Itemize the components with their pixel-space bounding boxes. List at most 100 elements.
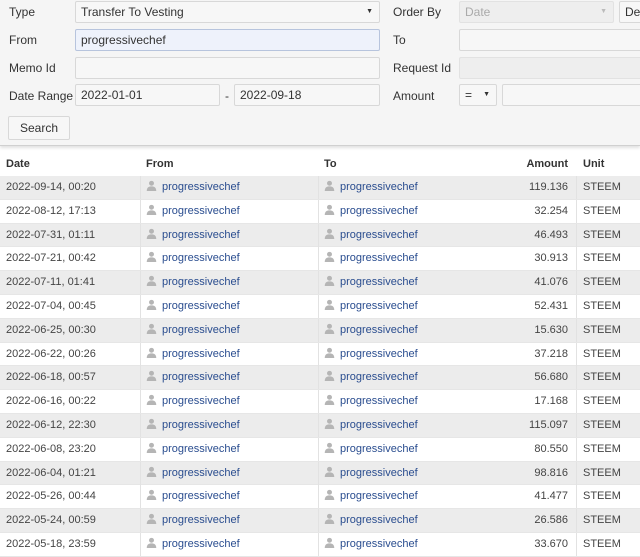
column-divider — [576, 437, 577, 461]
from-account-link[interactable]: progressivechef — [162, 371, 240, 383]
to-account-link[interactable]: progressivechef — [340, 252, 418, 264]
cell-unit: STEEM — [583, 442, 621, 455]
column-divider — [576, 223, 577, 247]
cell-from: progressivechef — [146, 319, 240, 342]
to-account-link[interactable]: progressivechef — [340, 205, 418, 217]
cell-date: 2022-05-26, 00:44 — [6, 490, 96, 503]
to-account-link[interactable]: progressivechef — [340, 324, 418, 336]
from-account-link[interactable]: progressivechef — [162, 300, 240, 312]
from-account-link[interactable]: progressivechef — [162, 229, 240, 241]
column-divider — [140, 366, 141, 390]
type-select-value: Transfer To Vesting — [81, 5, 184, 19]
table-row: 2022-08-12, 17:13 progressivechef progress… — [0, 199, 640, 224]
date-range-separator: - — [225, 89, 229, 103]
date-to-input[interactable]: 2022-09-18 — [234, 84, 380, 106]
cell-amount: 37.218 — [534, 347, 568, 360]
column-header-to[interactable]: To — [324, 158, 337, 170]
column-divider — [576, 271, 577, 295]
from-input-value: progressivechef — [81, 33, 166, 47]
to-account-link[interactable]: progressivechef — [340, 490, 418, 502]
from-account-link[interactable]: progressivechef — [162, 324, 240, 336]
request-id-input[interactable] — [459, 57, 640, 79]
column-divider — [140, 390, 141, 414]
from-account-link[interactable]: progressivechef — [162, 395, 240, 407]
cell-amount: 56.680 — [534, 371, 568, 384]
column-divider — [318, 437, 319, 461]
cell-from: progressivechef — [146, 200, 240, 223]
amount-operator-select[interactable]: = ▼ — [459, 84, 497, 106]
from-account-link[interactable]: progressivechef — [162, 538, 240, 550]
date-range-label: Date Range — [9, 89, 74, 103]
from-account-link[interactable]: progressivechef — [162, 205, 240, 217]
user-icon — [146, 299, 157, 310]
column-divider — [576, 247, 577, 271]
to-account-link[interactable]: progressivechef — [340, 419, 418, 431]
cell-date: 2022-06-12, 22:30 — [6, 418, 96, 431]
cell-date: 2022-09-14, 00:20 — [6, 181, 96, 193]
cell-date: 2022-06-04, 01:21 — [6, 466, 96, 479]
column-divider — [140, 318, 141, 342]
cell-from: progressivechef — [146, 271, 240, 294]
from-account-link[interactable]: progressivechef — [162, 443, 240, 455]
user-icon — [146, 276, 157, 287]
column-divider — [318, 413, 319, 437]
cell-amount: 26.586 — [534, 514, 568, 527]
order-direction-select[interactable]: Des — [619, 1, 640, 23]
table-row: 2022-07-21, 00:42 progressivechef progress… — [0, 247, 640, 272]
from-account-link[interactable]: progressivechef — [162, 348, 240, 360]
cell-unit: STEEM — [583, 323, 621, 336]
date-from-input[interactable]: 2022-01-01 — [75, 84, 220, 106]
search-button[interactable]: Search — [8, 116, 70, 140]
cell-amount: 52.431 — [534, 299, 568, 312]
caret-down-icon: ▼ — [366, 8, 373, 15]
cell-to: progressivechef — [324, 438, 418, 461]
to-account-link[interactable]: progressivechef — [340, 467, 418, 479]
to-account-link[interactable]: progressivechef — [340, 229, 418, 241]
from-account-link[interactable]: progressivechef — [162, 467, 240, 479]
to-account-link[interactable]: progressivechef — [340, 300, 418, 312]
column-divider — [318, 247, 319, 271]
cell-date: 2022-07-31, 01:11 — [6, 228, 96, 241]
to-account-link[interactable]: progressivechef — [340, 276, 418, 288]
transfer-table: 2022-09-14, 00:20 progressivechef progress… — [0, 176, 640, 557]
column-header-amount[interactable]: Amount — [526, 158, 568, 170]
cell-unit: STEEM — [583, 537, 621, 550]
column-header-date[interactable]: Date — [6, 158, 30, 170]
from-account-link[interactable]: progressivechef — [162, 419, 240, 431]
from-account-link[interactable]: progressivechef — [162, 252, 240, 264]
cell-date: 2022-06-16, 00:22 — [6, 395, 96, 408]
cell-from: progressivechef — [146, 414, 240, 437]
cell-from: progressivechef — [146, 485, 240, 508]
from-account-link[interactable]: progressivechef — [162, 276, 240, 288]
type-select[interactable]: Transfer To Vesting ▼ — [75, 1, 380, 23]
from-account-link[interactable]: progressivechef — [162, 490, 240, 502]
to-account-link[interactable]: progressivechef — [340, 181, 418, 193]
cell-to: progressivechef — [324, 176, 418, 199]
to-account-link[interactable]: progressivechef — [340, 371, 418, 383]
order-by-select[interactable]: Date ▼ — [459, 1, 614, 23]
to-account-link[interactable]: progressivechef — [340, 514, 418, 526]
cell-unit: STEEM — [583, 204, 621, 217]
column-header-from[interactable]: From — [146, 158, 174, 170]
to-account-link[interactable]: progressivechef — [340, 443, 418, 455]
cell-to: progressivechef — [324, 509, 418, 532]
amount-input[interactable] — [502, 84, 640, 106]
cell-amount: 32.254 — [534, 204, 568, 217]
column-header-unit[interactable]: Unit — [583, 158, 604, 170]
from-account-link[interactable]: progressivechef — [162, 514, 240, 526]
column-divider — [318, 223, 319, 247]
table-header: Date From To Amount Unit — [0, 152, 640, 176]
to-account-link[interactable]: progressivechef — [340, 538, 418, 550]
column-divider — [576, 199, 577, 223]
cell-from: progressivechef — [146, 176, 240, 199]
from-account-link[interactable]: progressivechef — [162, 181, 240, 193]
to-account-link[interactable]: progressivechef — [340, 395, 418, 407]
memo-id-input[interactable] — [75, 57, 380, 79]
user-icon — [324, 228, 335, 239]
cell-from: progressivechef — [146, 438, 240, 461]
to-input[interactable] — [459, 29, 640, 51]
to-account-link[interactable]: progressivechef — [340, 348, 418, 360]
from-input[interactable]: progressivechef — [75, 29, 380, 51]
cell-to: progressivechef — [324, 485, 418, 508]
column-divider — [318, 318, 319, 342]
